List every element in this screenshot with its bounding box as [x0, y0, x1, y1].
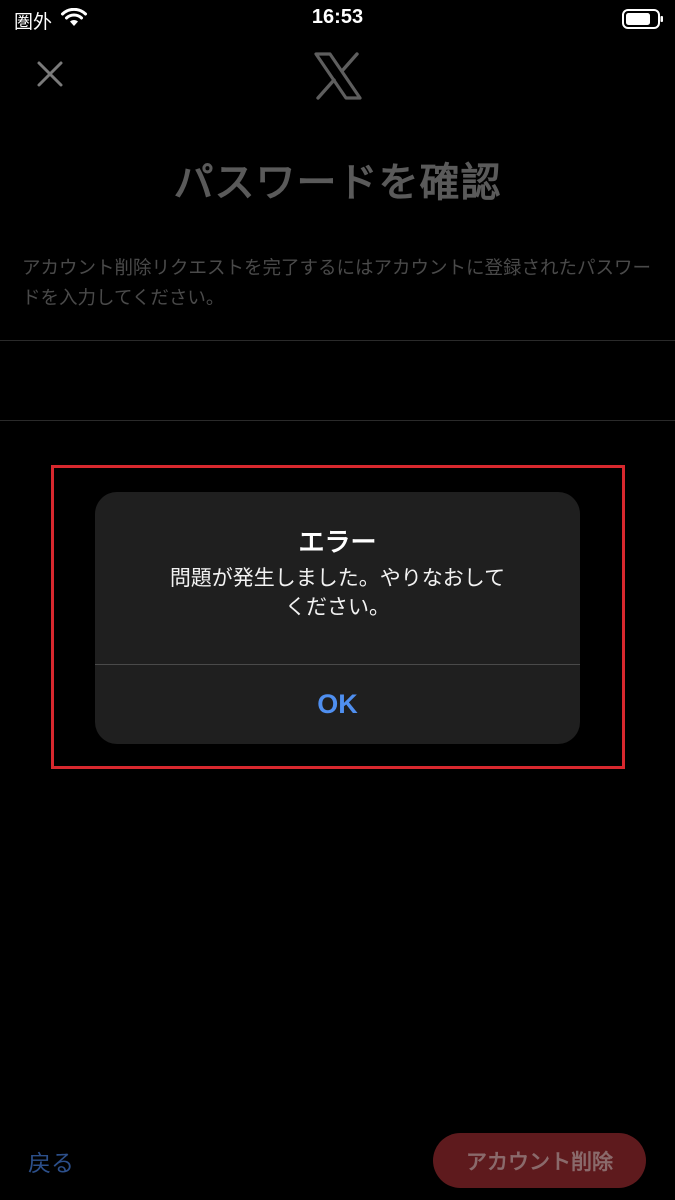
alert-title: エラー: [298, 528, 377, 558]
field-bottom-divider: [0, 420, 675, 421]
close-icon: [36, 60, 64, 92]
alert-message-line-1: 問題が発生しました。やりなおして: [169, 566, 506, 590]
status-time: 16:53: [311, 6, 364, 28]
back-button[interactable]: 戻る: [28, 1144, 74, 1178]
delete-account-label: アカウント削除: [466, 1149, 613, 1174]
alert-message: 問題が発生しました。やりなおして ください。: [135, 564, 540, 622]
alert-message-line-2: ください。: [285, 595, 390, 619]
error-alert-dialog: エラー 問題が発生しました。やりなおして ください。 OK: [95, 492, 580, 744]
alert-ok-button[interactable]: OK: [95, 665, 580, 744]
page-title: パスワードを確認: [173, 160, 502, 206]
battery-icon: [622, 8, 664, 34]
status-bar: 圏外 16:53: [0, 0, 675, 36]
close-button[interactable]: [30, 56, 70, 96]
delete-account-button[interactable]: アカウント削除: [433, 1133, 646, 1188]
field-top-divider: [0, 340, 675, 341]
password-input[interactable]: [22, 342, 661, 422]
page-description: アカウント削除リクエストを完了するにはアカウントに登録されたパスワードを入力して…: [22, 258, 652, 309]
x-logo-icon: [313, 52, 363, 100]
